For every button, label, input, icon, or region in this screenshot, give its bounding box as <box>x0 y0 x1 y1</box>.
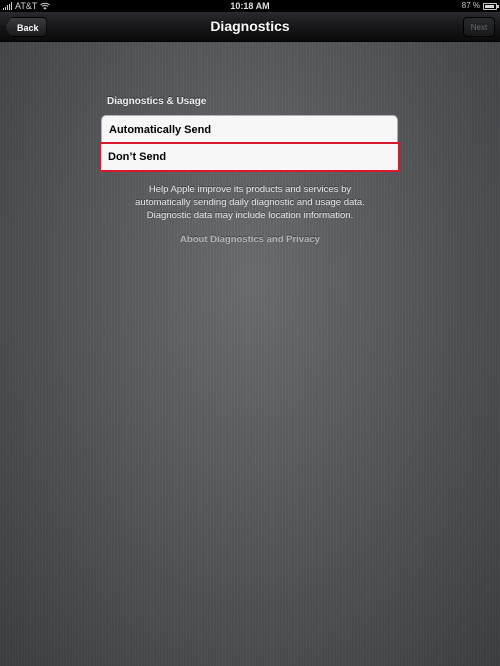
description-line: Help Apple improve its products and serv… <box>148 184 352 195</box>
description-line: automatically sending daily diagnostic a… <box>135 197 365 208</box>
diagnostics-screen: AT&T 10:18 AM 87 % Back Diagnostics Next… <box>0 0 500 666</box>
diagnostics-description: Help Apple improve its products and serv… <box>100 183 400 222</box>
description-line: Diagnostic data may include location inf… <box>146 210 354 221</box>
about-diagnostics-privacy-link[interactable]: About Diagnostics and Privacy <box>100 234 400 245</box>
status-bar: AT&T 10:18 AM 87 % <box>0 0 500 12</box>
dont-send-label: Don’t Send <box>108 151 167 163</box>
battery-icon <box>483 2 499 10</box>
navigation-bar: Back Diagnostics Next <box>0 12 500 42</box>
battery-level-fill <box>485 4 494 8</box>
dont-send-option[interactable]: Don’t Send <box>99 142 400 172</box>
status-right: 87 % <box>461 0 499 12</box>
battery-percent: 87 % <box>461 1 480 10</box>
next-button: Next <box>463 17 495 37</box>
automatically-send-option[interactable]: Automatically Send <box>102 116 397 144</box>
section-header: Diagnostics & Usage <box>107 96 207 107</box>
status-time: 10:18 AM <box>230 1 270 11</box>
page-title: Diagnostics <box>210 18 290 34</box>
